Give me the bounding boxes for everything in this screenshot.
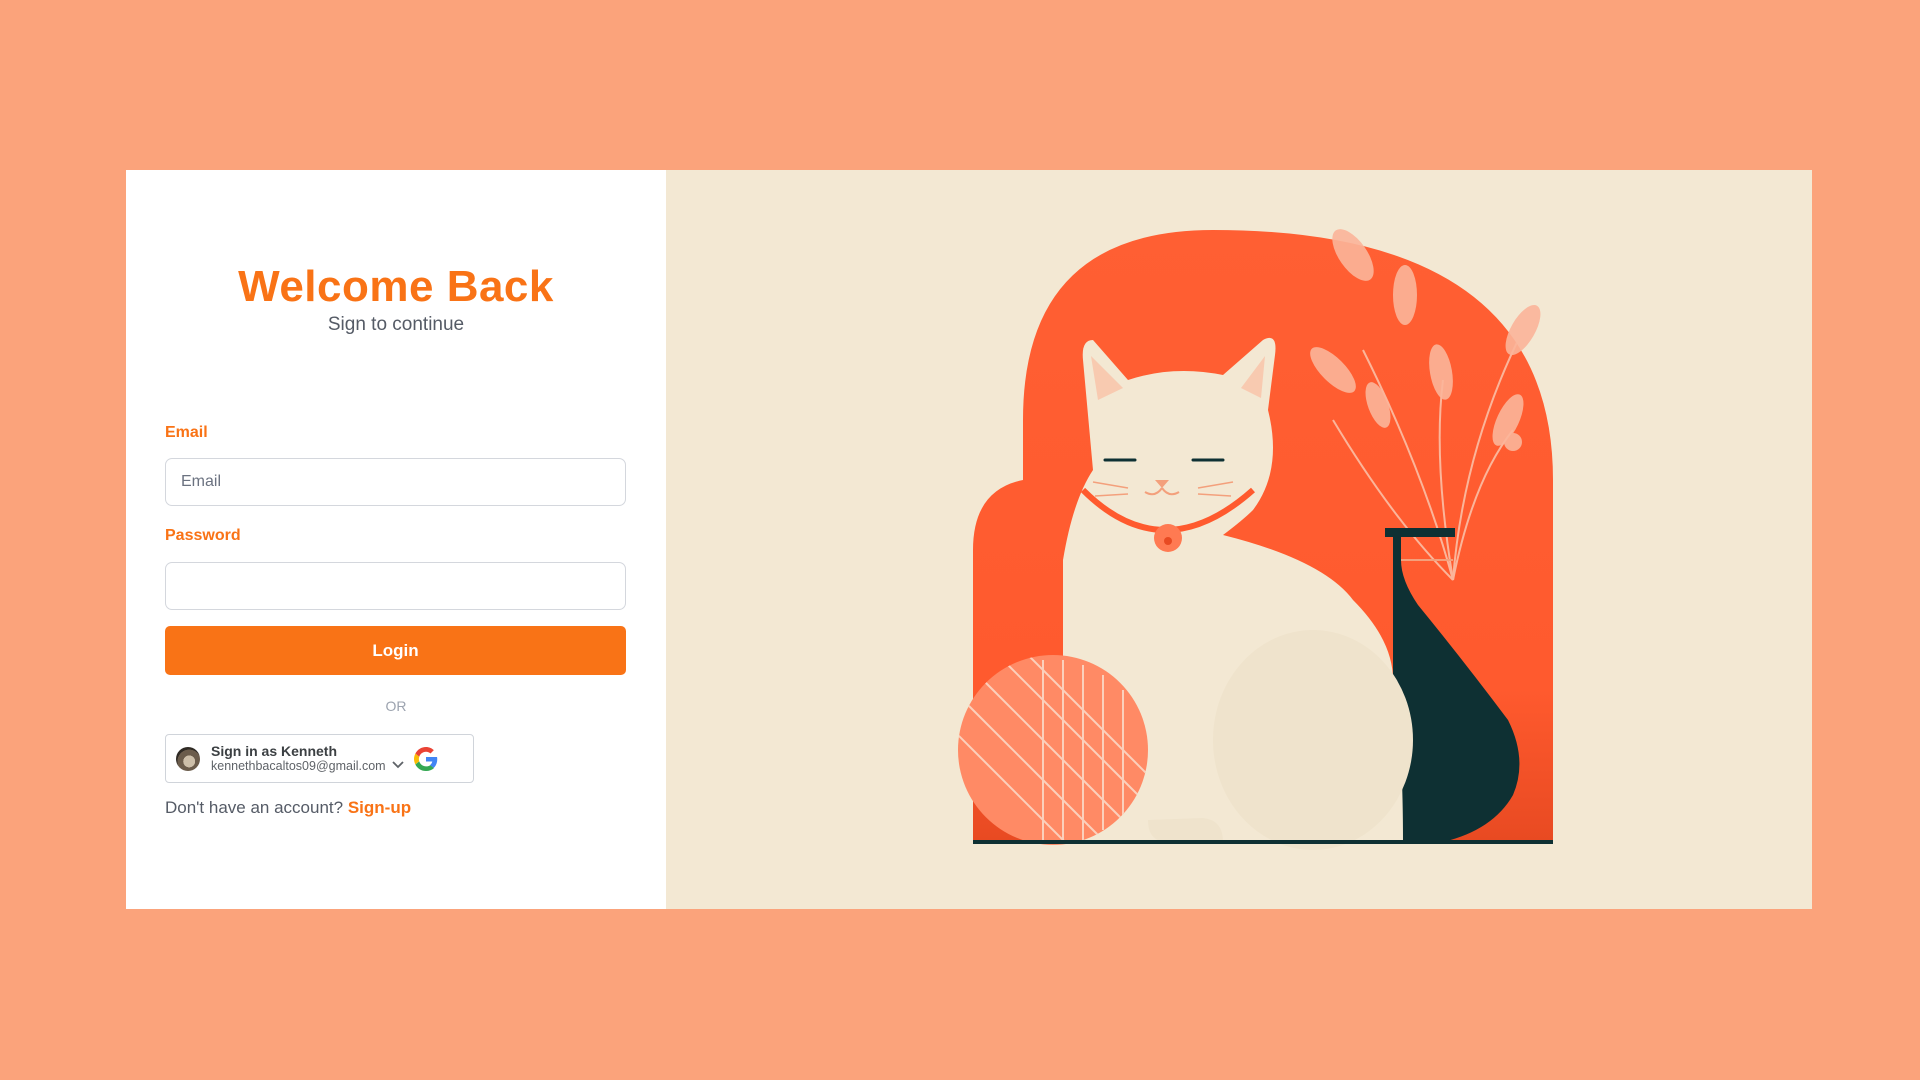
cat-illustration: [958, 229, 1553, 850]
chevron-down-icon[interactable]: [391, 760, 404, 769]
login-card: Welcome Back Sign to continue Email Pass…: [126, 170, 1812, 909]
illustration-panel: [666, 170, 1812, 909]
google-account-email: kennethbacaltos09@gmail.com: [211, 758, 386, 773]
floor-line: [973, 840, 1553, 844]
email-label: Email: [165, 424, 208, 441]
google-account-info: Sign in as Kenneth kennethbacaltos09@gma…: [211, 742, 386, 774]
signup-row: Don't have an account? Sign-up: [165, 798, 411, 818]
email-field[interactable]: [165, 458, 626, 506]
or-divider: OR: [385, 698, 407, 714]
password-label: Password: [165, 527, 241, 544]
no-account-text: Don't have an account?: [165, 798, 344, 817]
login-panel: Welcome Back Sign to continue Email Pass…: [126, 170, 666, 909]
login-button[interactable]: Login: [165, 626, 626, 675]
page-subtitle: Sign to continue: [327, 314, 465, 335]
password-field[interactable]: [165, 562, 626, 610]
google-icon: [413, 746, 437, 771]
google-account-name: Sign in as Kenneth: [211, 742, 338, 759]
avatar: [176, 746, 200, 771]
page-title: Welcome Back: [238, 262, 554, 311]
signup-link[interactable]: Sign-up: [348, 798, 411, 817]
google-sign-in-button[interactable]: Sign in as Kenneth kennethbacaltos09@gma…: [165, 734, 474, 783]
